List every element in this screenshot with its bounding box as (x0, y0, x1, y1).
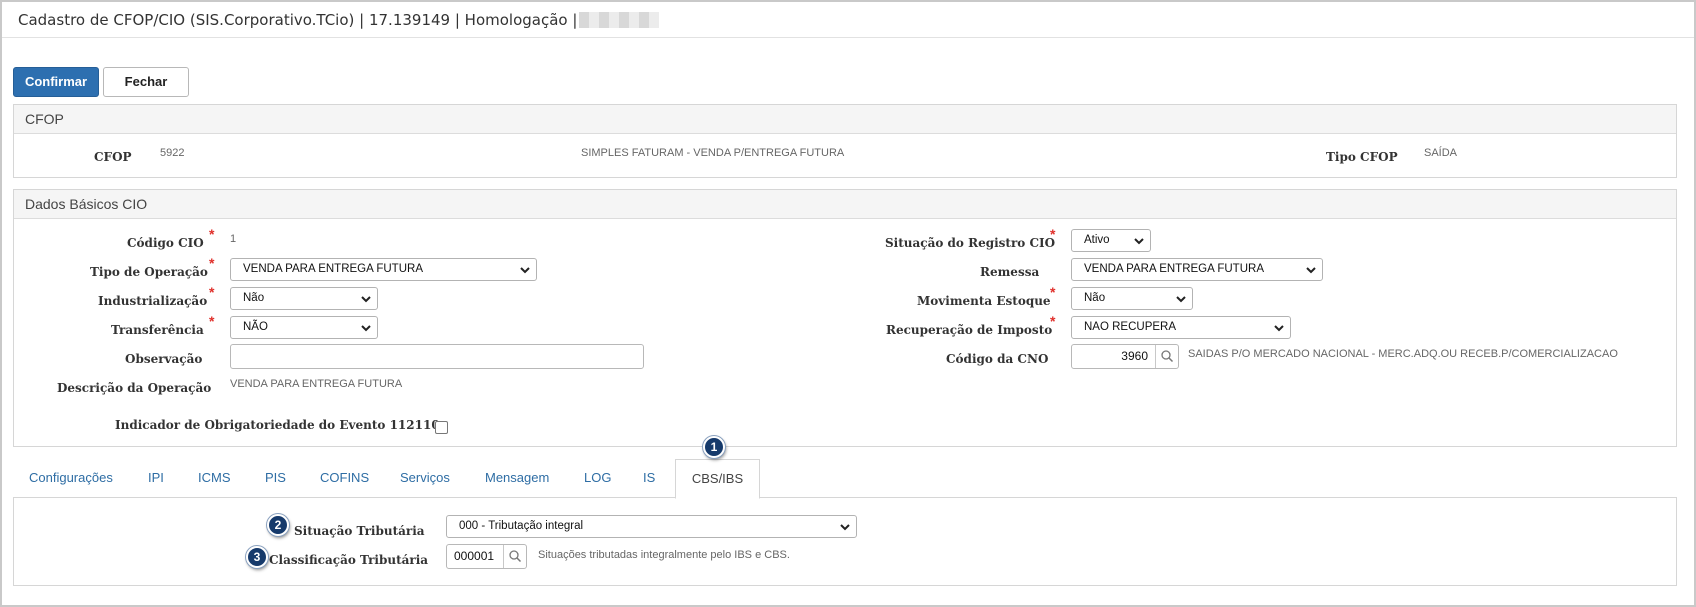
codigo-cio-value: 1 (230, 233, 237, 245)
situacao-tributaria-selected: 000 - Tributação integral (459, 520, 584, 532)
tab-cbs-ibs[interactable]: CBS/IBS (675, 459, 760, 499)
remessa-select[interactable]: VENDA PARA ENTREGA FUTURA (1071, 258, 1323, 281)
chevron-down-icon (520, 267, 530, 274)
search-icon[interactable] (503, 545, 526, 568)
basic-data-panel-title: Dados Básicos CIO (14, 190, 1676, 219)
cfop-value: 5922 (160, 147, 185, 159)
callout-badge-2: 2 (267, 514, 289, 536)
industrializacao-select[interactable]: Não (230, 287, 378, 310)
situacao-tributaria-select[interactable]: 000 - Tributação integral (446, 515, 857, 538)
tipo-operacao-select[interactable]: VENDA PARA ENTREGA FUTURA (230, 258, 537, 281)
cfop-panel-title: CFOP (14, 105, 1676, 134)
close-button[interactable]: Fechar (103, 67, 189, 97)
classificacao-tributaria-description: Situações tributadas integralmente pelo … (538, 549, 790, 561)
search-icon[interactable] (1155, 345, 1178, 368)
codigo-cno-description: SAIDAS P/O MERCADO NACIONAL - MERC.ADQ.O… (1188, 348, 1618, 360)
basic-data-panel: Dados Básicos CIO Código CIO * 1 Tipo de… (13, 189, 1677, 447)
descricao-operacao-value: VENDA PARA ENTREGA FUTURA (230, 378, 403, 390)
remessa-selected: VENDA PARA ENTREGA FUTURA (1084, 263, 1264, 275)
industrializacao-label: Industrialização (98, 294, 208, 308)
tab-is[interactable]: IS (643, 470, 655, 485)
required-marker: * (1050, 313, 1056, 329)
transferencia-label: Transferência (111, 323, 204, 337)
situacao-registro-label: Situação do Registro CIO (885, 236, 1056, 250)
required-marker: * (209, 255, 215, 271)
recuperacao-imposto-label: Recuperação de Imposto (886, 323, 1053, 337)
redacted-area (579, 12, 660, 28)
tipo-operacao-selected: VENDA PARA ENTREGA FUTURA (243, 263, 423, 275)
required-marker: * (209, 313, 215, 329)
chevron-down-icon (1306, 267, 1316, 274)
chevron-down-icon (361, 325, 371, 332)
codigo-cno-lookup[interactable]: 3960 (1071, 344, 1179, 369)
situacao-tributaria-label: Situação Tributária (294, 524, 425, 538)
movimenta-estoque-label: Movimenta Estoque (917, 294, 1051, 308)
tipo-cfop-value: SAÍDA (1424, 147, 1458, 159)
tab-mensagem[interactable]: Mensagem (485, 470, 549, 485)
classificacao-tributaria-label: Classificação Tributária (269, 553, 429, 567)
callout-badge-1: 1 (703, 436, 725, 458)
classificacao-tributaria-value: 000001 (454, 549, 495, 563)
indicador-label: Indicador de Obrigatoriedade do Evento 1… (115, 418, 440, 432)
cbs-ibs-panel: Situação Tributária 000 - Tributação int… (13, 497, 1677, 586)
codigo-cio-label: Código CIO (127, 236, 204, 250)
cfop-panel: CFOP CFOP 5922 SIMPLES FATURAM - VENDA P… (13, 104, 1677, 178)
recuperacao-imposto-select[interactable]: NAO RECUPERA (1071, 316, 1291, 339)
observacao-input[interactable] (230, 344, 644, 369)
tab-bar: Configurações IPI ICMS PIS COFINS Serviç… (13, 459, 1677, 499)
confirm-button[interactable]: Confirmar (13, 67, 99, 97)
cfop-description: SIMPLES FATURAM - VENDA P/ENTREGA FUTURA (581, 147, 845, 159)
remessa-label: Remessa (980, 265, 1040, 279)
required-marker: * (1050, 226, 1056, 242)
transferencia-select[interactable]: NÃO (230, 316, 378, 339)
indicador-checkbox[interactable] (435, 421, 448, 434)
classificacao-tributaria-lookup[interactable]: 000001 (446, 544, 527, 569)
required-marker: * (1050, 284, 1056, 300)
tab-icms[interactable]: ICMS (198, 470, 231, 485)
tab-ipi[interactable]: IPI (148, 470, 164, 485)
title-bar: Cadastro de CFOP/CIO (SIS.Corporativo.TC… (2, 2, 1694, 38)
required-marker: * (209, 284, 215, 300)
callout-badge-3: 3 (246, 546, 268, 568)
recuperacao-imposto-selected: NAO RECUPERA (1084, 321, 1177, 333)
chevron-down-icon (840, 524, 850, 531)
codigo-cno-label: Código da CNO (946, 352, 1049, 366)
cfop-label: CFOP (94, 150, 132, 164)
chevron-down-icon (1176, 296, 1186, 303)
tab-servicos[interactable]: Serviços (400, 470, 450, 485)
situacao-registro-selected: Ativo (1084, 234, 1110, 246)
tab-pis[interactable]: PIS (265, 470, 286, 485)
tipo-operacao-label: Tipo de Operação (90, 265, 208, 279)
chevron-down-icon (1274, 325, 1284, 332)
tab-log[interactable]: LOG (584, 470, 611, 485)
observacao-label: Observação (125, 352, 203, 366)
window-title: Cadastro de CFOP/CIO (SIS.Corporativo.TC… (18, 11, 660, 29)
situacao-registro-select[interactable]: Ativo (1071, 229, 1151, 252)
descricao-operacao-label: Descrição da Operação (57, 381, 212, 395)
codigo-cno-value: 3960 (1121, 349, 1148, 363)
movimenta-estoque-select[interactable]: Não (1071, 287, 1193, 310)
industrializacao-selected: Não (243, 292, 265, 304)
chevron-down-icon (361, 296, 371, 303)
transferencia-selected: NÃO (243, 321, 268, 333)
required-marker: * (209, 226, 215, 242)
tipo-cfop-label: Tipo CFOP (1326, 150, 1398, 164)
tab-configuracoes[interactable]: Configurações (29, 470, 113, 485)
tab-cofins[interactable]: COFINS (320, 470, 369, 485)
chevron-down-icon (1134, 238, 1144, 245)
window-title-text: Cadastro de CFOP/CIO (SIS.Corporativo.TC… (18, 11, 578, 29)
movimenta-estoque-selected: Não (1084, 292, 1106, 304)
